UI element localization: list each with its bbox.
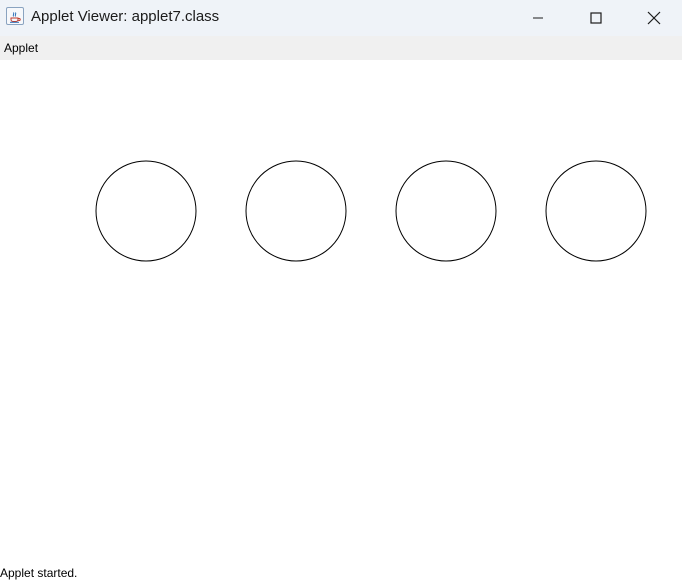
circle-2 <box>245 160 347 262</box>
applet-canvas[interactable] <box>0 60 682 563</box>
circle-4 <box>545 160 647 262</box>
minimize-icon <box>533 17 543 19</box>
menu-bar: Applet <box>0 36 682 60</box>
minimize-button[interactable] <box>509 0 567 36</box>
applet-viewer-window: Applet Viewer: applet7.class Applet Appl… <box>0 0 682 581</box>
menu-applet[interactable]: Applet <box>4 41 38 55</box>
circle-1 <box>95 160 197 262</box>
window-title: Applet Viewer: applet7.class <box>31 8 220 25</box>
status-bar-text: Applet started. <box>0 566 78 580</box>
circle-3 <box>395 160 497 262</box>
close-button[interactable] <box>625 0 682 36</box>
applet-drawing <box>95 160 647 262</box>
title-bar[interactable]: Applet Viewer: applet7.class <box>0 0 682 36</box>
maximize-button[interactable] <box>567 0 625 36</box>
close-icon <box>647 11 661 25</box>
maximize-icon <box>590 12 602 24</box>
java-icon[interactable] <box>6 7 24 25</box>
